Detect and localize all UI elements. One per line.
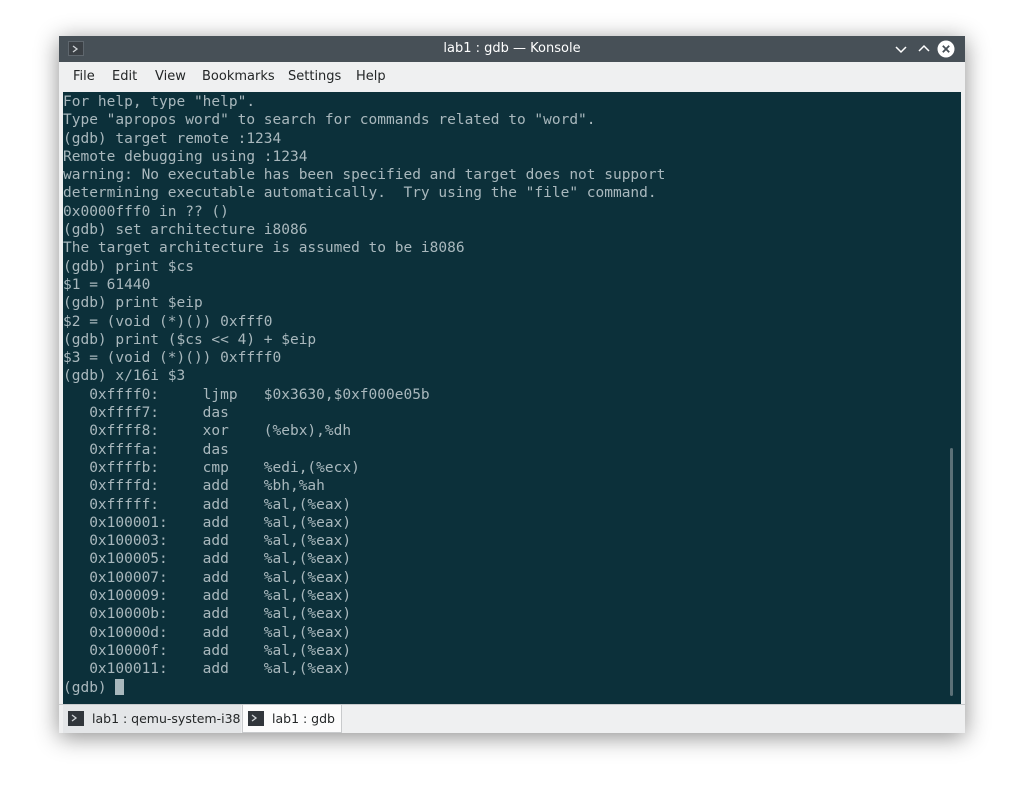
- terminal-line: For help, type "help".: [63, 94, 256, 110]
- terminal-line: 0x100001: add %al,(%eax): [63, 514, 352, 531]
- terminal-line: 0x100011: add %al,(%eax): [63, 661, 352, 678]
- terminal-line: (gdb) print ($cs << 4) + $eip: [63, 331, 317, 348]
- terminal-line: 0xffff8: xor (%ebx),%dh: [63, 423, 352, 440]
- terminal-line: Remote debugging using :1234: [63, 148, 308, 165]
- tab-bar: lab1 : qemu-system-i38 lab1 : gdb: [59, 704, 965, 733]
- menu-edit[interactable]: Edit: [110, 62, 139, 92]
- terminal-icon: [248, 711, 264, 726]
- terminal-line: 0x100005: add %al,(%eax): [63, 551, 352, 568]
- tab-gdb[interactable]: lab1 : gdb: [242, 705, 342, 733]
- terminal-line: 0x100007: add %al,(%eax): [63, 569, 352, 586]
- window-title: lab1 : gdb — Konsole: [443, 41, 581, 56]
- terminal-line: 0xffffb: cmp %edi,(%ecx): [63, 459, 360, 476]
- terminal-line: 0xffff0: ljmp $0x3630,$0xf000e05b: [63, 386, 430, 403]
- terminal-line: Type "apropos word" to search for comman…: [63, 112, 596, 129]
- tab-label: lab1 : gdb: [272, 711, 335, 726]
- terminal-line: warning: No executable has been specifie…: [63, 167, 666, 184]
- menu-file[interactable]: File: [71, 62, 97, 92]
- chevron-up-icon: [918, 44, 930, 52]
- terminal-line: (gdb) x/16i $3: [63, 368, 186, 385]
- close-button[interactable]: [937, 40, 955, 58]
- menu-help[interactable]: Help: [354, 62, 388, 92]
- terminal-line: $1 = 61440: [63, 276, 151, 293]
- prompt-text: (gdb): [63, 679, 116, 696]
- konsole-window: lab1 : gdb — Konsole File Edit View Book…: [59, 36, 965, 733]
- terminal-line: 0x100009: add %al,(%eax): [63, 588, 352, 605]
- terminal-output: For help, type "help". Type "apropos word…: [63, 93, 665, 697]
- terminal-line: 0x100003: add %al,(%eax): [63, 533, 352, 550]
- terminal-line: (gdb) target remote :1234: [63, 130, 282, 147]
- terminal-area[interactable]: For help, type "help". Type "apropos word…: [63, 92, 961, 704]
- terminal-line: $3 = (void (*)()) 0xffff0: [63, 350, 282, 367]
- menu-view[interactable]: View: [153, 62, 188, 92]
- terminal-line: 0xffff7: das: [63, 405, 229, 422]
- terminal-scrollbar[interactable]: [950, 448, 953, 696]
- menu-bookmarks[interactable]: Bookmarks: [200, 62, 277, 92]
- chevron-down-icon: [895, 46, 907, 54]
- terminal-line: determining executable automatically. Tr…: [63, 185, 657, 202]
- menu-settings[interactable]: Settings: [286, 62, 343, 92]
- terminal-line: 0x10000f: add %al,(%eax): [63, 642, 352, 659]
- terminal-line: 0xffffd: add %bh,%ah: [63, 478, 325, 495]
- close-icon: [937, 40, 955, 58]
- terminal-line: 0x10000d: add %al,(%eax): [63, 624, 352, 641]
- minimize-button[interactable]: [892, 40, 910, 58]
- text-cursor: [115, 678, 125, 695]
- terminal-line: The target architecture is assumed to be…: [63, 240, 465, 257]
- title-bar[interactable]: lab1 : gdb — Konsole: [59, 36, 965, 62]
- terminal-line: (gdb) set architecture i8086: [63, 222, 308, 239]
- terminal-icon: [68, 711, 84, 726]
- tab-label: lab1 : qemu-system-i38: [92, 711, 241, 726]
- terminal-line: 0xfffff: add %al,(%eax): [63, 496, 352, 513]
- prompt-line[interactable]: (gdb): [63, 678, 665, 697]
- terminal-line: 0x0000fff0 in ?? (): [63, 203, 229, 220]
- maximize-button[interactable]: [915, 40, 933, 58]
- menu-bar: File Edit View Bookmarks Settings Help: [59, 62, 965, 92]
- terminal-line: (gdb) print $eip: [63, 295, 203, 312]
- tab-qemu[interactable]: lab1 : qemu-system-i38: [63, 705, 241, 733]
- terminal-line: (gdb) print $cs: [63, 258, 194, 275]
- terminal-line: 0xffffa: das: [63, 441, 229, 458]
- terminal-line: $2 = (void (*)()) 0xfff0: [63, 313, 273, 330]
- terminal-line: 0x10000b: add %al,(%eax): [63, 606, 352, 623]
